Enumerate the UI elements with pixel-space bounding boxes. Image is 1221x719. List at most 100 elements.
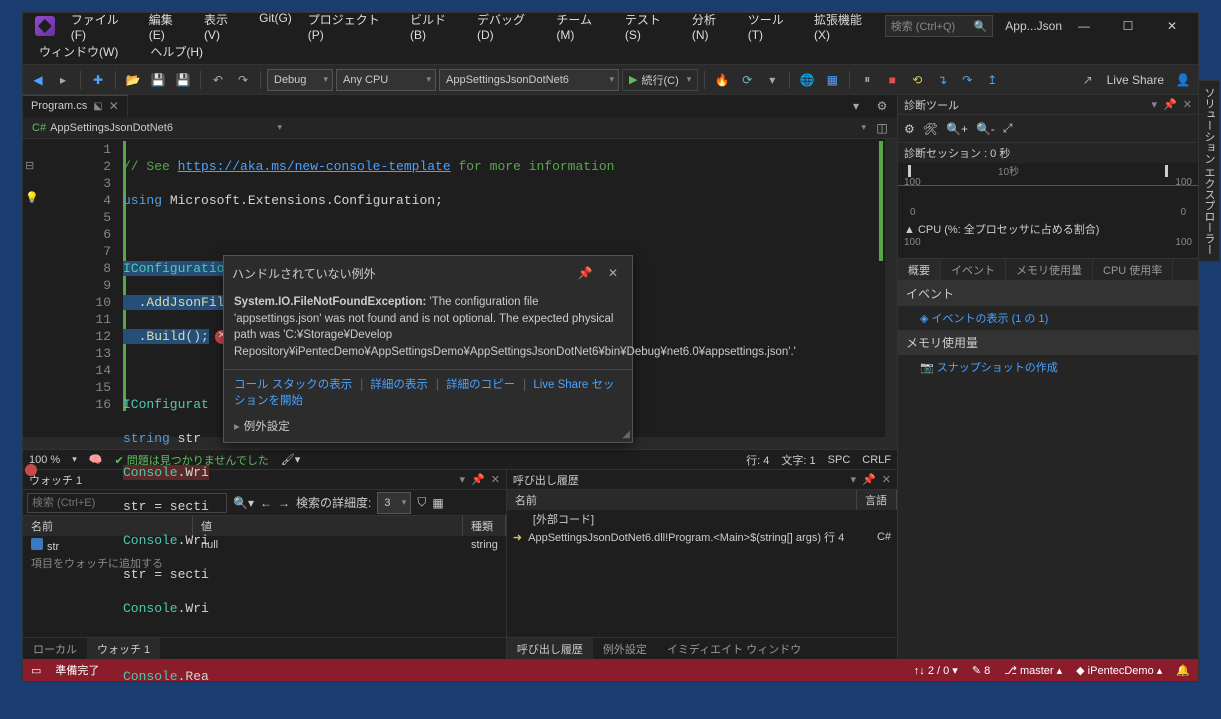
reset-zoom-icon[interactable]: ⤢ [1003, 121, 1013, 136]
bell-icon[interactable]: 🔔 [1176, 664, 1190, 677]
document-tabs: Program.cs ⬕ ✕ ▾ ⚙ [23, 95, 897, 117]
session-label: 診断セッション : 0 秒 [898, 143, 1198, 163]
tab-gear-icon[interactable]: ⚙ [871, 95, 893, 117]
panel-pin-icon[interactable]: 📌 [1163, 98, 1177, 111]
new-item-icon[interactable]: ✚ [87, 69, 109, 91]
nav-fwd-icon[interactable]: ▸ [52, 69, 74, 91]
breakpoint-icon[interactable] [25, 464, 37, 476]
step-over-icon[interactable]: ↷ [956, 69, 978, 91]
hot-reload-icon[interactable]: 🔥 [711, 69, 733, 91]
account-icon[interactable]: 👤 [1172, 69, 1194, 91]
liveshare-label[interactable]: Live Share [1107, 73, 1164, 87]
line-numbers: 12345678910111213141516 [41, 139, 123, 437]
startup-project-combo[interactable]: AppSettingsJsonDotNet6 [439, 69, 619, 91]
navigation-bar: C# AppSettingsJsonDotNet6 ◫ [23, 117, 897, 139]
tools-icon[interactable]: 🛠 [923, 122, 938, 136]
undo-icon[interactable]: ↶ [207, 69, 229, 91]
panel-menu-icon[interactable]: ▾ [1152, 98, 1158, 111]
exception-type: System.IO.FileNotFoundException: [234, 296, 426, 308]
search-placeholder: 検索 (Ctrl+Q) [891, 18, 955, 34]
lightbulb-icon[interactable]: 💡 [25, 191, 39, 205]
diag-tab-summary[interactable]: 概要 [898, 259, 941, 280]
depth-combo[interactable]: 3 [377, 492, 411, 514]
platform-combo[interactable]: Any CPU [336, 69, 436, 91]
csharp-icon: C# [32, 122, 46, 134]
status-ready-icon: ▭ [31, 664, 41, 677]
intellisense-icon[interactable]: 🧠 [89, 453, 103, 466]
variable-icon [31, 538, 43, 550]
zoom-out-icon[interactable]: 🔍- [976, 122, 995, 136]
split-icon[interactable]: ◫ [871, 117, 893, 139]
pause-icon[interactable]: ⏸ [856, 69, 878, 91]
diag-tab-events[interactable]: イベント [941, 259, 1006, 280]
exception-popup: ハンドルされていない例外 📌 ✕ System.IO.FileNotFoundE… [223, 255, 633, 443]
minimize-button[interactable]: — [1062, 13, 1106, 39]
liveshare-icon[interactable]: ↗ [1077, 69, 1099, 91]
zoom-in-icon[interactable]: 🔍+ [946, 122, 968, 136]
diag-memory-header: メモリ使用量 [898, 330, 1198, 355]
diag-title: 診断ツール [904, 97, 959, 113]
diag-events-link[interactable]: ◈ イベントの表示 (1 の 1) [898, 306, 1198, 330]
menu-item[interactable]: ウィンドウ(W) [31, 40, 126, 63]
window-title: App...Json [1005, 19, 1062, 33]
exception-title: ハンドルされていない例外 [232, 265, 376, 282]
stop-icon[interactable]: ■ [881, 69, 903, 91]
diag-events-header: イベント [898, 281, 1198, 306]
git-arrows[interactable]: ↑↓ 2 / 0 ▾ [914, 664, 958, 677]
popup-close-icon[interactable]: ✕ [602, 262, 624, 284]
diag-chart[interactable]: 10秒 100 100 0 0 ▲ CPU (%: 全プロセッサに占める割合) … [898, 163, 1198, 259]
link-copy[interactable]: 詳細のコピー [446, 379, 515, 391]
collapse-icon[interactable]: ⊟ [25, 159, 34, 173]
link-details[interactable]: 詳細の表示 [370, 379, 428, 391]
git-repo[interactable]: ◆ iPentecDemo ▴ [1076, 664, 1162, 677]
maximize-button[interactable]: ☐ [1106, 13, 1150, 39]
diag-snapshot-link[interactable]: 📷 スナップショットの作成 [898, 355, 1198, 379]
exception-settings-link[interactable]: 例外設定 [244, 421, 290, 433]
gear-icon[interactable]: ⚙ [904, 122, 915, 136]
restart-icon[interactable]: ⟲ [906, 69, 928, 91]
dropdown-icon[interactable]: ▾ [761, 69, 783, 91]
titlebar: ファイル(F)編集(E)表示(V)Git(G)プロジェクト(P)ビルド(B)デバ… [23, 13, 1198, 65]
solution-explorer-tab[interactable]: ソリューション エクスプローラー [1198, 80, 1220, 262]
exception-links: コール スタックの表示| 詳細の表示| 詳細のコピー| Live Share セ… [224, 369, 632, 414]
watch-title: ウォッチ 1 [29, 472, 82, 488]
search-box[interactable]: 検索 (Ctrl+Q) 🔍 [885, 15, 994, 37]
tab-menu-icon[interactable]: ▾ [845, 95, 867, 117]
tab-locals[interactable]: ローカル [23, 638, 87, 660]
diag-tab-memory[interactable]: メモリ使用量 [1006, 259, 1093, 280]
tab-close-icon[interactable]: ✕ [109, 99, 119, 113]
type-nav-combo[interactable] [287, 119, 871, 137]
config-combo[interactable]: Debug [267, 69, 333, 91]
save-all-icon[interactable]: 💾 [172, 69, 194, 91]
vs-logo-icon [35, 16, 55, 36]
layout-icon[interactable]: ▦ [821, 69, 843, 91]
git-branch[interactable]: ⎇ master ▴ [1004, 664, 1062, 677]
diag-tab-cpu[interactable]: CPU 使用率 [1093, 259, 1173, 280]
menu-item[interactable]: ヘルプ(H) [142, 40, 211, 63]
continue-button[interactable]: ▶続行(C)▾ [622, 69, 698, 91]
refresh-icon[interactable]: ⟳ [736, 69, 758, 91]
status-ready: 準備完了 [55, 662, 99, 678]
save-icon[interactable]: 💾 [147, 69, 169, 91]
file-tab-program[interactable]: Program.cs ⬕ ✕ [23, 95, 128, 117]
open-icon[interactable]: 📂 [122, 69, 144, 91]
code-editor[interactable]: ⊟ 💡 12345678910111213141516 // See https… [23, 139, 897, 437]
browser-icon[interactable]: 🌐 [796, 69, 818, 91]
step-into-icon[interactable]: ↴ [931, 69, 953, 91]
link-callstack[interactable]: コール スタックの表示 [234, 379, 352, 391]
search-icon: 🔍 [974, 20, 988, 33]
pin-icon[interactable]: ⬕ [93, 101, 102, 112]
diagnostic-tools: 診断ツール ▾ 📌 ✕ ⚙ 🛠 🔍+ 🔍- ⤢ 診断セッション : 0 秒 10秒 … [898, 95, 1198, 659]
standard-toolbar: ◀ ▸ ✚ 📂 💾 💾 ↶ ↷ Debug Any CPU AppSetting… [23, 65, 1198, 95]
resize-grip-icon[interactable]: ◢ [622, 429, 630, 440]
git-pencil-icon[interactable]: ✎ 8 [972, 664, 990, 677]
panel-close-icon[interactable]: ✕ [1183, 98, 1192, 111]
nav-back-icon[interactable]: ◀ [27, 69, 49, 91]
step-out-icon[interactable]: ↥ [981, 69, 1003, 91]
redo-icon[interactable]: ↷ [232, 69, 254, 91]
close-button[interactable]: ✕ [1150, 13, 1194, 39]
popup-pin-icon[interactable]: 📌 [574, 262, 596, 284]
vs-window: ファイル(F)編集(E)表示(V)Git(G)プロジェクト(P)ビルド(B)デバ… [22, 12, 1199, 682]
play-icon: ▶ [629, 73, 637, 86]
project-nav-combo[interactable]: C# AppSettingsJsonDotNet6 [27, 119, 287, 137]
